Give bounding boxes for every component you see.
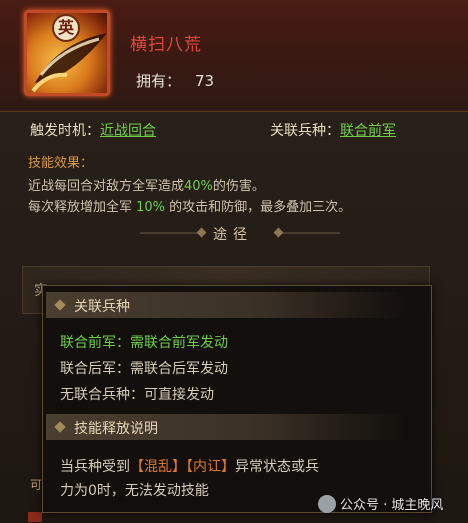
tooltip-section-release-title: 技能释放说明	[74, 421, 158, 437]
troop-link[interactable]: 联合前军	[340, 123, 396, 139]
tooltip-line-none: 无联合兵种：可直接发动	[60, 387, 214, 403]
owned-row: 拥有： 73	[136, 70, 214, 91]
tooltip-desc-tag-strife: 【内讧】	[186, 459, 235, 475]
effect-line-2-text: 每次释放增加全军	[28, 200, 137, 215]
bottom-label: 可	[30, 478, 43, 492]
troop-row: 关联兵种：联合前军	[270, 120, 396, 140]
effect-line-1: 近战每回合对敌方全军造成40%的伤害。	[28, 175, 265, 194]
tooltip-desc-line-2: 力为0时，无法发动技能	[60, 483, 209, 499]
effect-line-2: 每次释放增加全军 10% 的攻击和防御，最多叠加三次。	[28, 196, 351, 215]
skill-detail-panel: 英 横扫八荒 拥有： 73 触发时机：近战回合 关联兵种：联合前军 技能效果： 近…	[0, 0, 468, 523]
effect-line-1-end: 的伤害。	[212, 179, 265, 194]
trigger-row: 触发时机：近战回合	[30, 120, 156, 140]
watermark: 公众号 · 城主晚风	[318, 494, 443, 513]
wechat-icon	[318, 495, 336, 513]
watermark-text: 公众号 · 城主晚风	[340, 498, 444, 513]
effect-line-2-value: 10%	[136, 200, 166, 215]
skill-name: 横扫八荒	[130, 35, 202, 55]
diamond-icon	[54, 299, 66, 311]
owned-label: 拥有：	[136, 72, 182, 90]
path-title: 途径	[213, 227, 253, 243]
tooltip-desc-end: 异常状态或兵	[235, 459, 319, 475]
owned-count: 73	[195, 72, 215, 90]
tooltip-section-troop-title: 关联兵种	[74, 299, 130, 315]
tooltip-section-release: 技能释放说明	[46, 414, 406, 440]
tooltip-line-rear: 联合后军：需联合后军发动	[60, 361, 228, 377]
skill-header: 英 横扫八荒 拥有： 73	[0, 0, 468, 112]
tooltip-desc-tag-chaos: 【混乱】	[130, 459, 186, 475]
troop-label: 关联兵种：	[270, 123, 340, 139]
trigger-link[interactable]: 近战回合	[100, 123, 156, 139]
effect-line-2-end: 的攻击和防御，最多叠加三次。	[165, 200, 352, 215]
bottom-marker	[28, 512, 42, 522]
trigger-label: 触发时机：	[30, 123, 100, 139]
tooltip-desc-text: 当兵种受到	[60, 459, 130, 475]
tooltip-line-front: 联合前军：需联合前军发动	[60, 335, 228, 351]
effect-title: 技能效果：	[28, 156, 94, 171]
effect-line-1-text: 近战每回合对敌方全军造成	[28, 179, 185, 194]
tooltip-section-troop: 关联兵种	[46, 292, 406, 318]
diamond-icon	[54, 421, 66, 433]
effect-line-1-value: 40%	[184, 179, 213, 194]
tooltip-desc-line-1: 当兵种受到【混乱】【内讧】异常状态或兵	[60, 456, 319, 476]
hero-badge: 英	[52, 14, 80, 42]
